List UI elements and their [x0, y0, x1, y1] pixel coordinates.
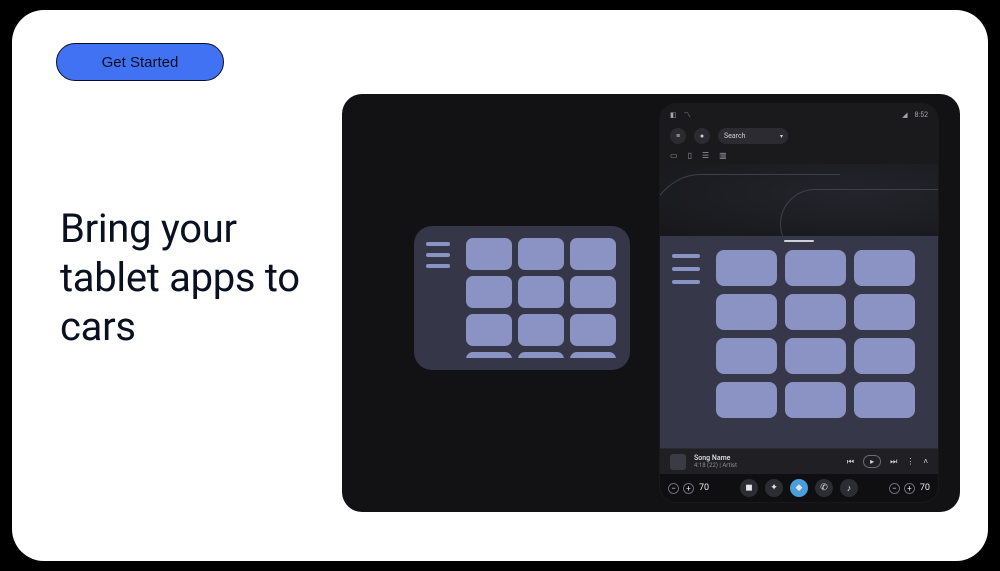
car-map-area[interactable]	[660, 164, 938, 236]
grid-tile	[785, 250, 846, 286]
grid-tile	[466, 314, 512, 346]
grid-tile	[854, 294, 915, 330]
playback-controls: ⏮ ▸ ⏭ ⋮ ˄	[847, 455, 928, 468]
skip-prev-icon[interactable]: ⏮	[847, 457, 854, 467]
apps-icon[interactable]: ◼	[740, 479, 758, 497]
temp-up-button[interactable]: +	[904, 483, 915, 494]
car-system-bar: − + 70 ◼ ✦ ◆ ✆ ♪ − + 70	[660, 474, 938, 502]
menu-icon[interactable]: ≡	[670, 128, 686, 144]
chevron-down-icon: ▾	[780, 133, 783, 140]
grid-tile	[854, 250, 915, 286]
grid-tile	[716, 294, 777, 330]
grid-tile	[785, 382, 846, 418]
grid-tile	[518, 352, 564, 358]
grid-tile	[518, 238, 564, 270]
more-vert-icon[interactable]: ⋮	[906, 457, 914, 466]
drag-handle-icon[interactable]	[784, 240, 814, 242]
grid-tile	[570, 238, 616, 270]
car-app-sidebar	[672, 250, 712, 438]
tablet-mockup	[414, 226, 630, 370]
grid-tile	[854, 382, 915, 418]
menu-line-icon	[672, 280, 700, 284]
menu-line-icon	[426, 253, 450, 257]
chevron-up-icon[interactable]: ˄	[923, 457, 928, 466]
grid-tile	[570, 352, 616, 358]
temp-down-button[interactable]: −	[889, 483, 900, 494]
menu-line-icon	[672, 254, 700, 258]
grid-tile	[466, 276, 512, 308]
assistant-icon[interactable]: ✦	[765, 479, 783, 497]
menu-line-icon	[426, 264, 450, 268]
presentation-card: Get Started Bring your tablet apps to ca…	[12, 10, 988, 561]
temp-down-button[interactable]: −	[668, 483, 679, 494]
get-started-label: Get Started	[102, 54, 179, 71]
car-status-bar: ◧ 〽 ◢ 8:52	[660, 104, 938, 122]
now-playing-bar[interactable]: Song Name 4:18 (22) | Artist ⏮ ▸ ⏭ ⋮ ˄	[660, 448, 938, 474]
signal-icon: ◢	[902, 111, 907, 119]
grid-tile	[716, 338, 777, 374]
skip-next-icon[interactable]: ⏭	[890, 457, 897, 467]
grid-tile	[570, 276, 616, 308]
grid-tile	[570, 314, 616, 346]
play-icon[interactable]: ▸	[863, 455, 881, 468]
clock-text: 8:52	[915, 111, 929, 119]
temp-up-button[interactable]: +	[683, 483, 694, 494]
car-nav-icons: ▭ ▯ ☰ ▥	[660, 148, 938, 162]
grid-tile	[785, 294, 846, 330]
gas-icon[interactable]: ▯	[688, 151, 692, 160]
restaurant-icon[interactable]: ☰	[702, 151, 709, 160]
thermometer-icon: 〽	[684, 110, 691, 120]
grid-tile	[466, 352, 512, 358]
nav-icon[interactable]: ◆	[790, 479, 808, 497]
grid-tile	[854, 338, 915, 374]
menu-line-icon	[672, 267, 700, 271]
more-icon[interactable]: ▥	[719, 151, 727, 160]
phone-icon[interactable]: ✆	[815, 479, 833, 497]
grid-tile	[716, 250, 777, 286]
tablet-grid	[466, 238, 616, 358]
grid-tile	[518, 314, 564, 346]
car-display-mockup: ◧ 〽 ◢ 8:52 ≡ ● Search ▾ ▭ ▯ ☰	[660, 104, 938, 502]
temp-left-value: 70	[699, 483, 709, 493]
music-icon[interactable]: ♪	[840, 479, 858, 497]
menu-line-icon	[426, 242, 450, 246]
song-subtitle: 4:18 (22) | Artist	[694, 463, 737, 469]
grid-tile	[716, 382, 777, 418]
device-showcase-panel: ◧ 〽 ◢ 8:52 ≡ ● Search ▾ ▭ ▯ ☰	[342, 94, 960, 512]
car-icon[interactable]: ▭	[670, 151, 678, 160]
mic-icon[interactable]: ●	[694, 128, 710, 144]
search-placeholder: Search	[724, 132, 746, 140]
tablet-sidebar	[426, 238, 460, 358]
search-input[interactable]: Search ▾	[718, 128, 788, 144]
grid-tile	[466, 238, 512, 270]
temp-right-value: 70	[920, 483, 930, 493]
grid-tile	[518, 276, 564, 308]
album-art-icon	[670, 454, 686, 470]
car-app-area	[660, 236, 938, 448]
dashboard-icon: ◧	[670, 111, 677, 119]
car-app-grid	[716, 250, 915, 418]
car-toolbar: ≡ ● Search ▾	[660, 124, 938, 148]
grid-tile	[785, 338, 846, 374]
get-started-button[interactable]: Get Started	[56, 43, 224, 81]
headline-text: Bring your tablet apps to cars	[60, 205, 330, 351]
song-title: Song Name	[694, 455, 737, 462]
